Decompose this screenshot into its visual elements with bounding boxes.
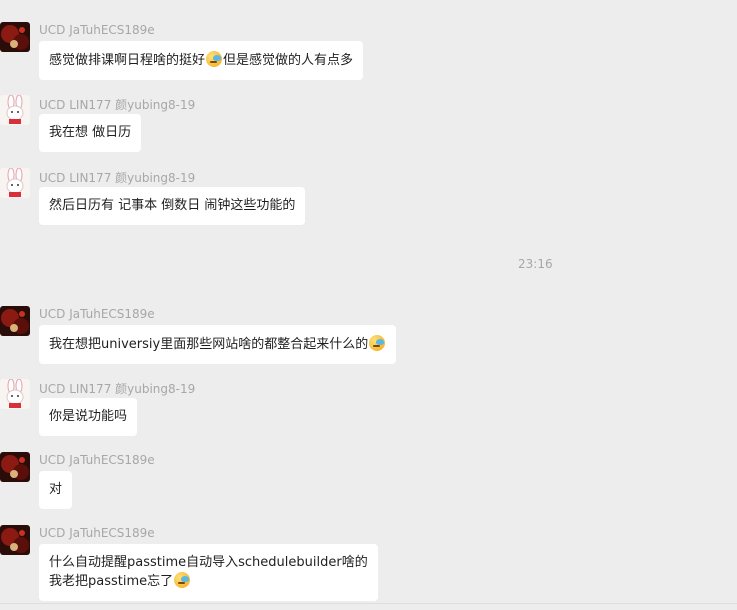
laughing-tears-emoji-icon — [174, 572, 191, 588]
sender-name: UCD LIN177 颜yubing8-19 — [39, 382, 196, 396]
bunny-avatar-icon — [0, 95, 30, 125]
bunny-avatar-icon — [0, 379, 30, 409]
message-bubble[interactable]: 你是说功能吗 — [39, 398, 138, 436]
avatar-b[interactable] — [0, 168, 30, 198]
laughing-tears-emoji-icon — [206, 51, 223, 67]
chat-window: UCD JaTuhECS189e 感觉做排课啊日程啥的挺好 但是感觉做的人有点多 … — [0, 0, 737, 610]
message-text: 然后日历有 记事本 倒数日 闹钟这些功能的 — [49, 198, 296, 213]
sender-name: UCD LIN177 颜yubing8-19 — [39, 98, 196, 112]
avatar-a[interactable] — [0, 22, 30, 52]
avatar-a-icon — [0, 452, 30, 482]
message-bubble[interactable]: 什么自动提醒passtime自动导入schedulebuilder啥的 我老把p… — [39, 544, 378, 601]
avatar-a[interactable] — [0, 306, 30, 336]
message-text: 你是说功能吗 — [49, 409, 128, 424]
message-text-line: 我老把passtime忘了 — [49, 572, 368, 591]
sender-name: UCD LIN177 颜yubing8-19 — [39, 171, 196, 185]
avatar-b[interactable] — [0, 95, 30, 125]
input-divider — [0, 603, 737, 604]
avatar-a-icon — [0, 525, 30, 555]
time-divider: 23:16 — [518, 257, 553, 271]
message-bubble[interactable]: 我在想 做日历 — [39, 114, 142, 152]
avatar-a[interactable] — [0, 525, 30, 555]
message-bubble[interactable]: 我在想把universiy里面那些网站啥的都整合起来什么的 — [39, 325, 397, 364]
message-text: 我在想 做日历 — [49, 125, 132, 140]
bunny-avatar-icon — [0, 168, 30, 198]
sender-name: UCD JaTuhECS189e — [39, 23, 155, 37]
avatar-a-icon — [0, 22, 30, 52]
sender-name: UCD JaTuhECS189e — [39, 526, 155, 540]
message-text: 我老把passtime忘了 — [49, 574, 174, 589]
message-text: 对 — [49, 482, 63, 497]
message-text: 我在想把universiy里面那些网站啥的都整合起来什么的 — [49, 337, 369, 352]
message-text: 感觉做排课啊日程啥的挺好 — [49, 53, 206, 68]
laughing-tears-emoji-icon — [369, 335, 386, 351]
sender-name: UCD JaTuhECS189e — [39, 307, 155, 321]
avatar-a-icon — [0, 306, 30, 336]
message-bubble[interactable]: 然后日历有 记事本 倒数日 闹钟这些功能的 — [39, 187, 306, 225]
message-bubble[interactable]: 对 — [39, 471, 73, 509]
message-bubble[interactable]: 感觉做排课啊日程啥的挺好 但是感觉做的人有点多 — [39, 41, 364, 80]
message-text: 但是感觉做的人有点多 — [223, 53, 354, 68]
message-text-line: 什么自动提醒passtime自动导入schedulebuilder啥的 — [49, 555, 368, 570]
avatar-a[interactable] — [0, 452, 30, 482]
avatar-b[interactable] — [0, 379, 30, 409]
sender-name: UCD JaTuhECS189e — [39, 453, 155, 467]
